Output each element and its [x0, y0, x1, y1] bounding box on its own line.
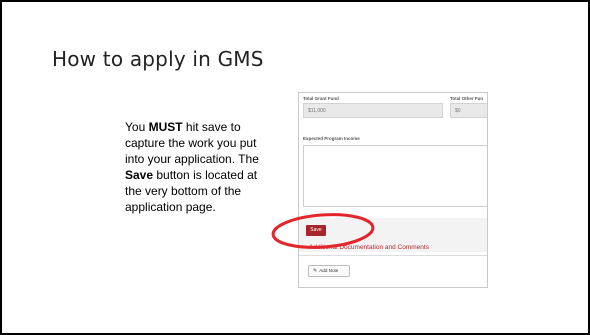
pencil-icon: ✎: [313, 268, 318, 274]
total-other-fund-label: Total Other Fun: [450, 96, 484, 101]
gms-form-screenshot: Total Grant Fund $11,000 Total Other Fun…: [298, 92, 488, 288]
total-grant-fund-field[interactable]: $11,000: [303, 103, 443, 118]
save-callout-ellipse: [271, 213, 375, 249]
total-other-fund-field[interactable]: $0: [450, 103, 487, 118]
expected-program-income-field[interactable]: [303, 145, 487, 207]
slide-title: How to apply in GMS: [52, 47, 264, 71]
instructions-text: You MUST hit save to capture the work yo…: [125, 119, 265, 215]
add-note-label: Add Note: [319, 268, 339, 273]
instructions-save: Save: [125, 168, 154, 182]
expected-program-income-label: Expected Program Income: [303, 136, 360, 141]
slide: How to apply in GMS You MUST hit save to…: [0, 0, 590, 335]
instructions-must: MUST: [148, 120, 183, 134]
total-grant-fund-label: Total Grant Fund: [303, 96, 339, 101]
instructions-part-1: You: [125, 120, 149, 134]
section-divider: [299, 255, 487, 256]
add-note-button[interactable]: ✎ Add Note: [308, 265, 350, 277]
